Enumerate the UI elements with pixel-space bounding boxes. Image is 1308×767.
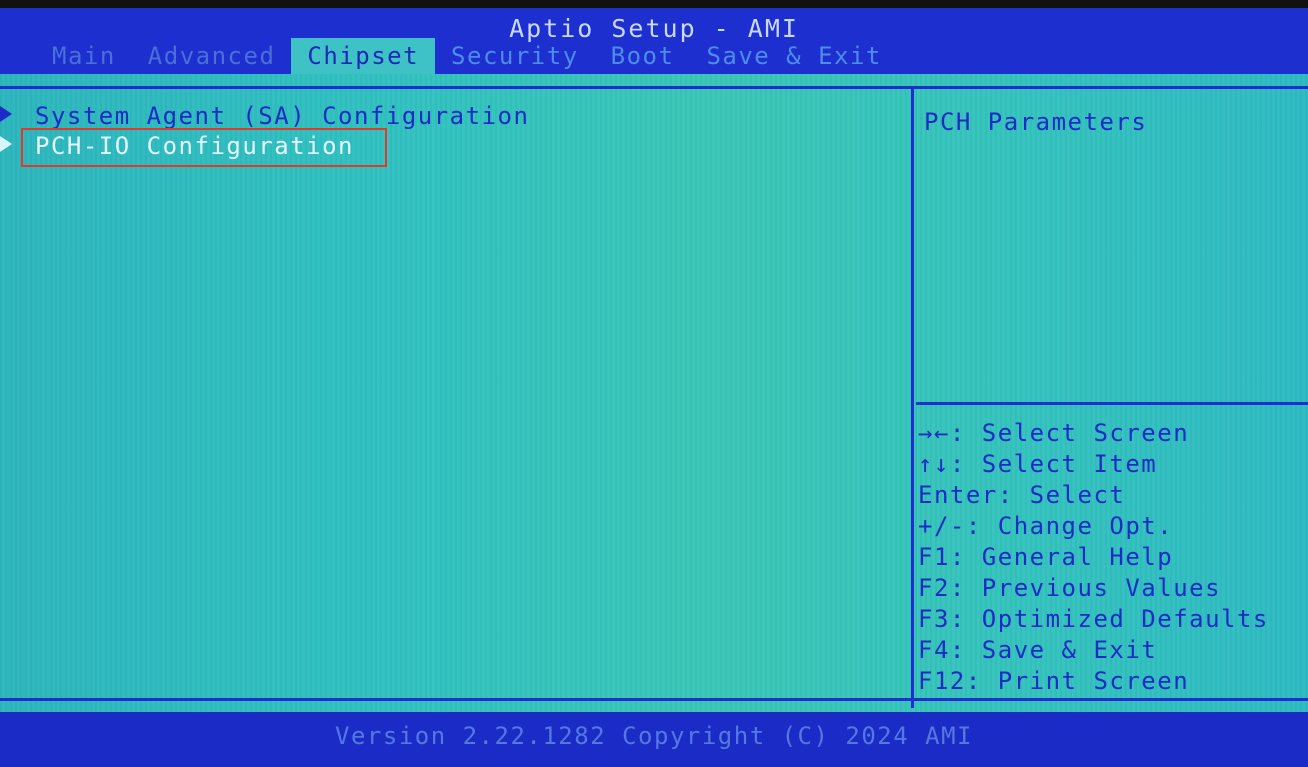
top-divider bbox=[0, 86, 1308, 89]
key-hint-optimized-defaults: F3: Optimized Defaults bbox=[918, 605, 1269, 633]
menu-item-label: System Agent (SA) Configuration bbox=[35, 102, 530, 130]
version-copyright: Version 2.22.1282 Copyright (C) 2024 AMI bbox=[335, 722, 973, 750]
tab-boot[interactable]: Boot bbox=[595, 38, 691, 74]
key-hint-select-item: ↑↓: Select Item bbox=[918, 450, 1158, 478]
screen-top-bezel bbox=[0, 0, 1308, 8]
tab-advanced[interactable]: Advanced bbox=[132, 38, 292, 74]
bios-footer: Version 2.22.1282 Copyright (C) 2024 AMI bbox=[0, 712, 1308, 767]
submenu-arrow-icon bbox=[0, 106, 12, 122]
tab-main[interactable]: Main bbox=[36, 38, 132, 74]
key-hint-enter: Enter: Select bbox=[918, 481, 1126, 509]
key-hint-previous-values: F2: Previous Values bbox=[918, 574, 1222, 602]
selection-highlight-box bbox=[21, 128, 387, 167]
tab-chipset[interactable]: Chipset bbox=[291, 38, 436, 74]
key-hint-change-opt: +/-: Change Opt. bbox=[918, 512, 1174, 540]
bios-header: Aptio Setup - AMI Main Advanced Chipset … bbox=[0, 8, 1308, 74]
key-legend: →←: Select Screen ↑↓: Select Item Enter:… bbox=[918, 418, 1269, 697]
help-description: PCH Parameters bbox=[924, 108, 1148, 136]
tab-save-exit[interactable]: Save & Exit bbox=[690, 38, 897, 74]
tab-bar: Main Advanced Chipset Security Boot Save… bbox=[36, 38, 898, 74]
help-divider bbox=[916, 402, 1308, 405]
bottom-divider bbox=[0, 698, 1308, 701]
submenu-arrow-icon bbox=[0, 136, 12, 152]
tab-security[interactable]: Security bbox=[435, 38, 595, 74]
key-hint-print-screen: F12: Print Screen bbox=[918, 667, 1190, 695]
key-hint-save-exit: F4: Save & Exit bbox=[918, 636, 1158, 664]
key-hint-general-help: F1: General Help bbox=[918, 543, 1174, 571]
main-panel: System Agent (SA) Configuration PCH-IO C… bbox=[0, 74, 1308, 712]
key-hint-select-screen: →←: Select Screen bbox=[918, 419, 1190, 447]
panel-divider bbox=[911, 88, 914, 708]
